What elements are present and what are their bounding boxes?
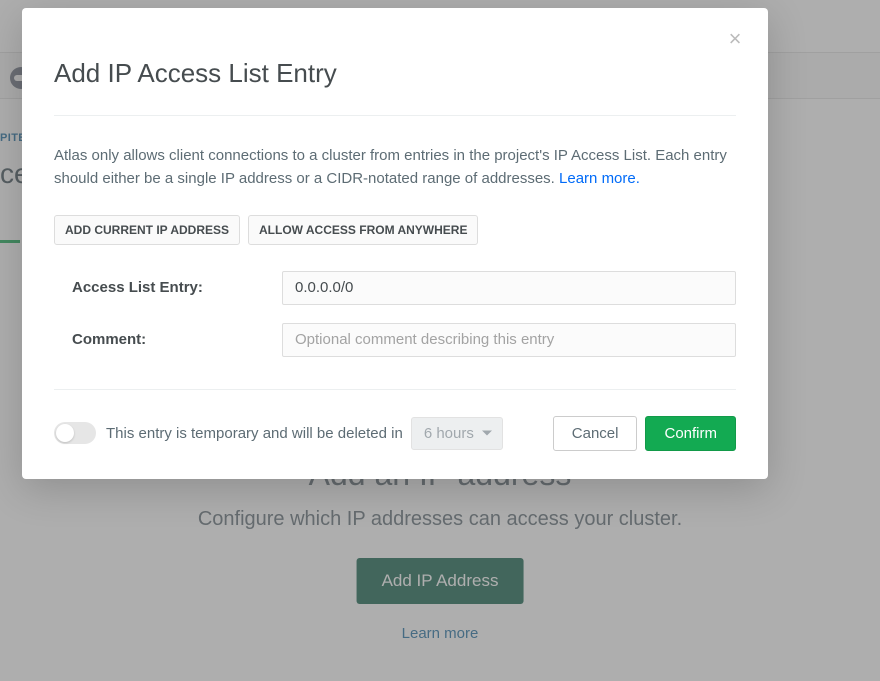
cancel-button[interactable]: Cancel <box>553 416 638 451</box>
modal-title: Add IP Access List Entry <box>54 8 736 116</box>
duration-value: 6 hours <box>424 425 474 442</box>
learn-more-link[interactable]: Learn more. <box>559 170 640 187</box>
add-current-ip-button[interactable]: ADD CURRENT IP ADDRESS <box>54 215 240 245</box>
confirm-button[interactable]: Confirm <box>645 416 736 451</box>
close-icon[interactable]: × <box>726 30 744 48</box>
access-entry-input[interactable] <box>282 271 736 305</box>
comment-label: Comment: <box>54 331 282 348</box>
comment-input[interactable] <box>282 323 736 357</box>
temporary-toggle[interactable] <box>54 422 96 444</box>
access-entry-label: Access List Entry: <box>54 279 282 296</box>
modal-footer: This entry is temporary and will be dele… <box>54 389 736 451</box>
modal-form: Access List Entry: Comment: <box>54 271 736 357</box>
modal-description: Atlas only allows client connections to … <box>54 144 736 191</box>
duration-select[interactable]: 6 hours <box>411 417 503 450</box>
temporary-label: This entry is temporary and will be dele… <box>106 425 403 442</box>
helper-button-row: ADD CURRENT IP ADDRESS ALLOW ACCESS FROM… <box>54 215 736 245</box>
allow-anywhere-button[interactable]: ALLOW ACCESS FROM ANYWHERE <box>248 215 478 245</box>
chevron-down-icon <box>482 431 492 436</box>
add-ip-access-modal: × Add IP Access List Entry Atlas only al… <box>22 8 768 479</box>
